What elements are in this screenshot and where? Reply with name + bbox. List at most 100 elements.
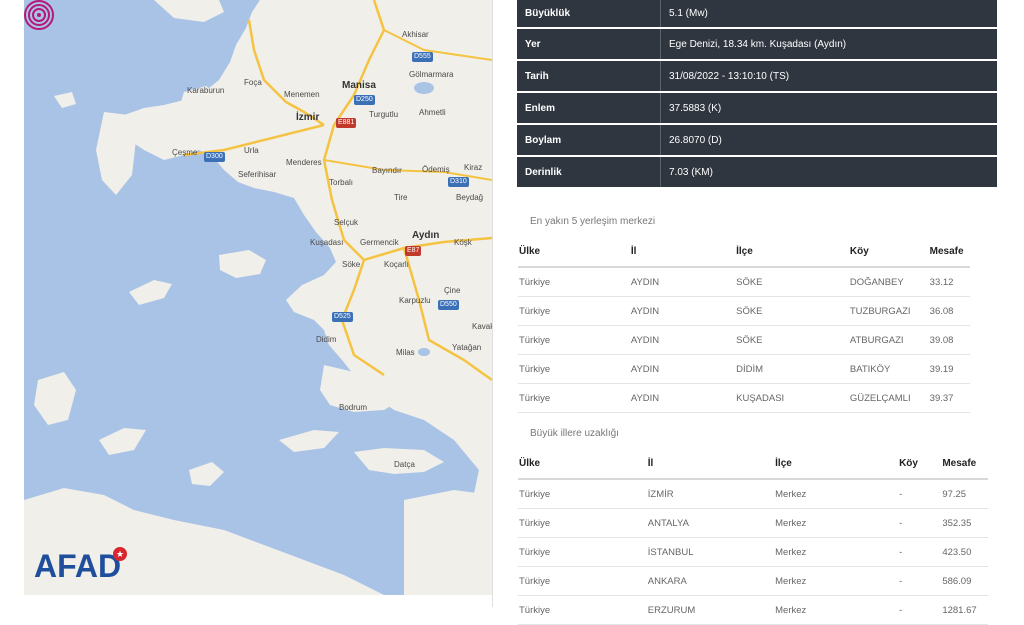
table-row: Türkiye AYDIN DİDİM BATIKÖY 39.19 bbox=[518, 354, 970, 384]
map-label-kiraz: Kiraz bbox=[464, 163, 483, 172]
table-cell: İZMİR bbox=[646, 479, 775, 509]
table-row: Türkiye AYDIN SÖKE DOĞANBEY 33.12 bbox=[518, 267, 970, 297]
road-shield-d310: D310 bbox=[448, 177, 469, 187]
table-header-row: Ülke İl İlçe Köy Mesafe bbox=[518, 236, 970, 268]
table-cell: - bbox=[898, 595, 942, 625]
table-header-row: Ülke İl İlçe Köy Mesafe bbox=[518, 448, 988, 480]
panel-divider bbox=[492, 0, 493, 607]
map-label-golmarmara: Gölmarmara bbox=[409, 70, 454, 79]
info-row: Tarih 31/08/2022 - 13:10:10 (TS) bbox=[517, 61, 997, 93]
table-cell: Türkiye bbox=[518, 296, 630, 326]
map-label-manisa: Manisa bbox=[342, 80, 376, 91]
map-label-tire: Tire bbox=[394, 193, 408, 202]
info-key: Enlem bbox=[517, 93, 661, 123]
table-cell: 39.19 bbox=[928, 354, 970, 384]
column-header[interactable]: Mesafe bbox=[928, 236, 970, 268]
info-row: Yer Ege Denizi, 18.34 km. Kuşadası (Aydın… bbox=[517, 29, 997, 61]
table-cell: AYDIN bbox=[629, 325, 736, 355]
map-label-soke: Söke bbox=[342, 260, 361, 269]
info-row: Derinlik 7.03 (KM) bbox=[517, 157, 997, 189]
major-cities-title: Büyük illere uzaklığı bbox=[530, 428, 619, 439]
map-label-seferihisar: Seferihisar bbox=[238, 170, 277, 179]
table-cell: SÖKE bbox=[735, 296, 849, 326]
map-label-urla: Urla bbox=[244, 146, 259, 155]
earthquake-map[interactable]: Akhisar Gölmarmara Manisa Foça Karaburun… bbox=[24, 0, 492, 595]
table-cell: BATIKÖY bbox=[848, 354, 929, 384]
map-label-menemen: Menemen bbox=[284, 90, 320, 99]
table-cell: Türkiye bbox=[518, 566, 647, 596]
map-label-kusadasi: Kuşadası bbox=[310, 238, 344, 247]
map-label-menderes: Menderes bbox=[286, 158, 322, 167]
road-shield-d550: D550 bbox=[438, 300, 459, 310]
map-label-kosk: Köşk bbox=[454, 238, 472, 247]
table-cell: 1281.67 bbox=[941, 595, 988, 625]
map-label-kavak: Kavak bbox=[472, 322, 492, 331]
table-cell: 352.35 bbox=[941, 508, 988, 538]
table-cell: ANKARA bbox=[646, 566, 775, 596]
map-label-bodrum: Bodrum bbox=[339, 403, 368, 412]
epicenter-marker-icon[interactable] bbox=[24, 0, 54, 30]
table-cell: ANTALYA bbox=[646, 508, 775, 538]
table-cell: Türkiye bbox=[518, 595, 647, 625]
map-label-datca: Datça bbox=[394, 460, 415, 469]
column-header[interactable]: İlçe bbox=[774, 448, 899, 480]
map-label-bayindir: Bayındır bbox=[372, 166, 402, 175]
table-row: Türkiye AYDIN SÖKE ATBURGAZI 39.08 bbox=[518, 325, 970, 355]
table-cell: SÖKE bbox=[735, 325, 849, 355]
map-label-cine: Çine bbox=[444, 286, 461, 295]
table-row: Türkiye ANKARA Merkez -586.09 bbox=[518, 566, 988, 596]
road-shield-d300: D300 bbox=[204, 152, 225, 162]
info-key: Yer bbox=[517, 29, 661, 59]
map-label-didim: Didim bbox=[316, 335, 337, 344]
table-cell: AYDIN bbox=[629, 267, 736, 297]
turkish-flag-icon: ★ bbox=[113, 547, 127, 561]
info-key: Boylam bbox=[517, 125, 661, 155]
table-cell: 39.37 bbox=[928, 383, 970, 413]
table-cell: Türkiye bbox=[518, 354, 630, 384]
info-value: Ege Denizi, 18.34 km. Kuşadası (Aydın) bbox=[669, 38, 847, 50]
table-cell: ERZURUM bbox=[646, 595, 775, 625]
table-cell: 39.08 bbox=[928, 325, 970, 355]
info-key: Tarih bbox=[517, 61, 661, 91]
table-cell: - bbox=[898, 508, 942, 538]
column-header[interactable]: Ülke bbox=[518, 448, 647, 480]
table-row: Türkiye AYDIN KUŞADASI GÜZELÇAMLI 39.37 bbox=[518, 383, 970, 413]
column-header[interactable]: Köy bbox=[848, 236, 929, 268]
column-header[interactable]: Ülke bbox=[518, 236, 630, 268]
table-cell: Türkiye bbox=[518, 537, 647, 567]
map-label-akhisar: Akhisar bbox=[402, 30, 429, 39]
info-key: Derinlik bbox=[517, 157, 661, 187]
road-shield-e87: E87 bbox=[405, 246, 422, 256]
table-cell: 33.12 bbox=[928, 267, 970, 297]
map-label-ahmetli: Ahmetli bbox=[419, 108, 446, 117]
nearest-settlements-table: Ülke İl İlçe Köy Mesafe Türkiye AYDIN SÖKE DOĞAN… bbox=[518, 236, 970, 413]
table-cell: Merkez bbox=[774, 508, 899, 538]
table-cell: Merkez bbox=[774, 595, 899, 625]
column-header[interactable]: Köy bbox=[898, 448, 942, 480]
info-value: 31/08/2022 - 13:10:10 (TS) bbox=[669, 70, 790, 82]
table-cell: Merkez bbox=[774, 479, 899, 509]
column-header[interactable]: Mesafe bbox=[941, 448, 988, 480]
info-value: 5.1 (Mw) bbox=[669, 8, 708, 19]
map-label-cesme: Çeşme bbox=[172, 148, 198, 157]
table-cell: KUŞADASI bbox=[735, 383, 849, 413]
info-row: Boylam 26.8070 (D) bbox=[517, 125, 997, 157]
info-row: Enlem 37.5883 (K) bbox=[517, 93, 997, 125]
table-cell: Türkiye bbox=[518, 267, 630, 297]
table-row: Türkiye ANTALYA Merkez -352.35 bbox=[518, 508, 988, 538]
map-label-yatagan: Yatağan bbox=[452, 343, 482, 352]
map-label-karaburun: Karaburun bbox=[187, 86, 225, 95]
map-label-turgutlu: Turgutlu bbox=[369, 110, 399, 119]
column-header[interactable]: İl bbox=[629, 236, 736, 268]
table-cell: AYDIN bbox=[629, 383, 736, 413]
road-shield-d555: D555 bbox=[412, 52, 433, 62]
map-label-torbali: Torbalı bbox=[329, 178, 354, 187]
column-header[interactable]: İl bbox=[646, 448, 775, 480]
column-header[interactable]: İlçe bbox=[735, 236, 849, 268]
table-cell: AYDIN bbox=[629, 296, 736, 326]
table-row: Türkiye ERZURUM Merkez -1281.67 bbox=[518, 595, 988, 625]
table-cell: GÜZELÇAMLI bbox=[848, 383, 929, 413]
info-key: Büyüklük bbox=[517, 0, 661, 27]
road-shield-e881: E881 bbox=[336, 118, 357, 128]
earthquake-info-panel: Büyüklük 5.1 (Mw) Yer Ege Denizi, 18.34 km.… bbox=[517, 0, 997, 189]
